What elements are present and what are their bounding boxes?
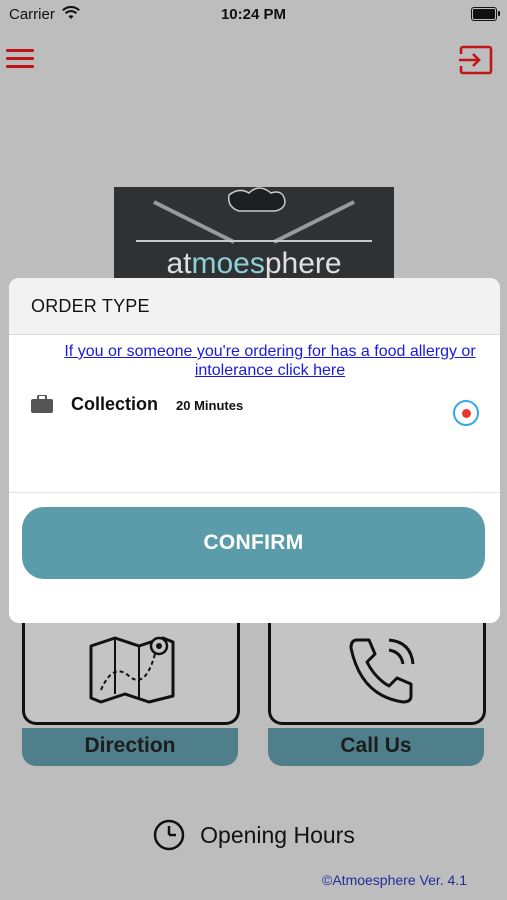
restaurant-logo: atmoesphere <box>114 187 394 287</box>
call-us-card[interactable] <box>268 610 486 725</box>
logo-text: atmoesphere <box>166 247 342 280</box>
collection-radio[interactable] <box>453 400 479 426</box>
radio-selected-dot <box>462 409 471 418</box>
map-route-icon <box>89 636 175 704</box>
sign-out-icon[interactable] <box>459 44 495 76</box>
dialog-title: ORDER TYPE <box>31 296 150 316</box>
divider <box>9 492 500 493</box>
version-label: ©Atmoesphere Ver. 4.1 <box>322 872 467 888</box>
option-time: 20 Minutes <box>176 398 244 413</box>
direction-card[interactable] <box>22 610 240 725</box>
status-bar: Carrier 10:24 PM <box>0 0 507 28</box>
opening-hours-button[interactable]: Opening Hours <box>0 818 507 854</box>
clock-icon <box>153 819 185 851</box>
order-option-collection[interactable]: Collection 20 Minutes <box>31 392 479 432</box>
phone-icon <box>349 638 415 704</box>
direction-label[interactable]: Direction <box>22 728 238 766</box>
status-time: 10:24 PM <box>220 6 287 23</box>
opening-hours-label[interactable]: Opening Hours <box>200 822 355 849</box>
hamburger-menu-icon[interactable] <box>6 46 34 70</box>
call-us-tile[interactable]: Call Us <box>268 610 486 766</box>
battery-icon <box>471 7 500 21</box>
allergy-info-link[interactable]: If you or someone you're ordering for ha… <box>49 342 491 380</box>
order-type-dialog: ORDER TYPE If you or someone you're orde… <box>9 278 500 623</box>
briefcase-icon <box>31 395 53 413</box>
direction-tile[interactable]: Direction <box>22 610 240 766</box>
call-us-label[interactable]: Call Us <box>268 728 484 766</box>
option-name: Collection <box>71 394 159 414</box>
confirm-button[interactable]: CONFIRM <box>22 507 485 579</box>
